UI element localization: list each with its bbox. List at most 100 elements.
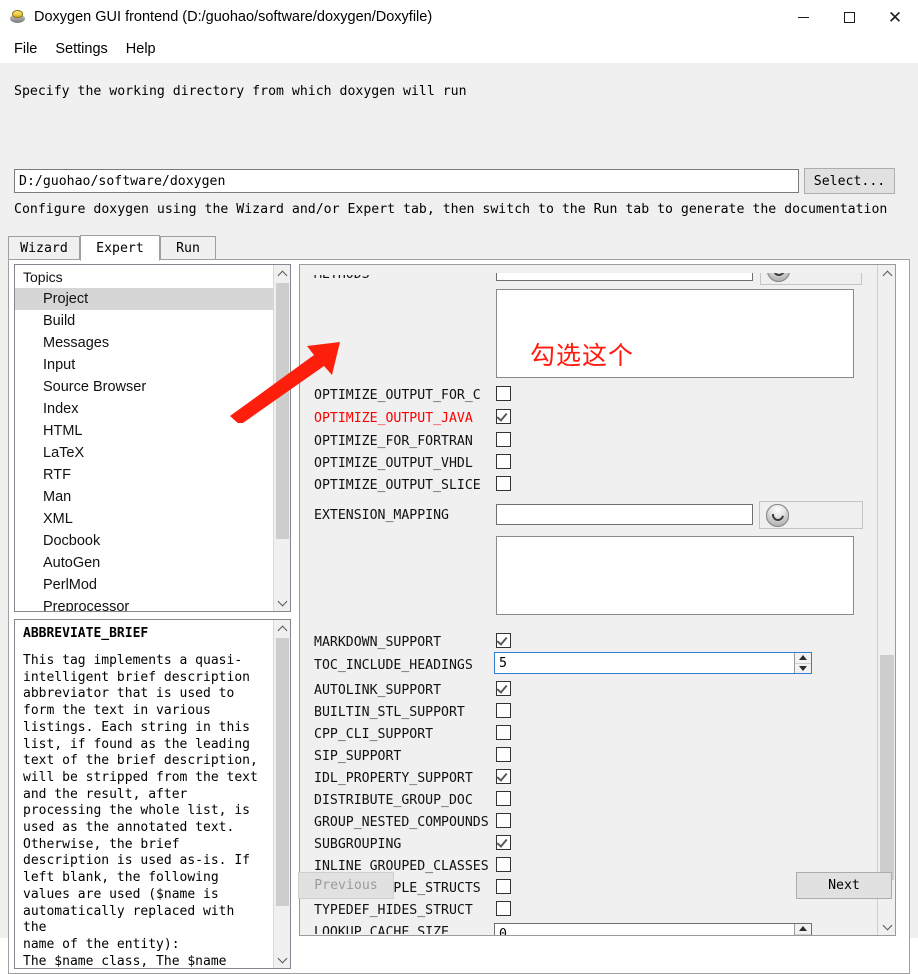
label-markdown-support: MARKDOWN_SUPPORT — [314, 635, 442, 650]
scroll-up-icon[interactable] — [274, 620, 290, 637]
label-optimize-output-for-c: OPTIMIZE_OUTPUT_FOR_C — [314, 388, 481, 403]
scrollbar-thumb[interactable] — [880, 655, 894, 880]
menu-item-settings[interactable]: Settings — [46, 38, 116, 60]
partial-top-buttonbar — [760, 273, 862, 285]
sidebar-item-source-browser[interactable]: Source Browser — [15, 376, 290, 398]
tab-expert[interactable]: Expert — [80, 235, 160, 261]
label-distribute-group-doc: DISTRIBUTE_GROUP_DOC — [314, 793, 473, 808]
stepper-arrows[interactable] — [794, 653, 811, 673]
label-group-nested-compounds: GROUP_NESTED_COMPOUNDS — [314, 815, 489, 830]
label-sip-support: SIP_SUPPORT — [314, 749, 402, 764]
label-optimize-output-vhdl: OPTIMIZE_OUTPUT_VHDL — [314, 456, 473, 471]
select-directory-button[interactable]: Select... — [804, 168, 895, 194]
refresh-icon[interactable] — [766, 503, 789, 527]
settings-scrollbar[interactable] — [877, 265, 895, 935]
lookup-cache-size-input[interactable] — [495, 924, 794, 935]
sidebar-item-preprocessor[interactable]: Preprocessor — [15, 596, 290, 611]
next-button[interactable]: Next — [796, 872, 892, 899]
scroll-down-icon[interactable] — [274, 594, 290, 611]
stepper-down-icon[interactable] — [795, 664, 811, 674]
toc-include-headings-stepper[interactable] — [494, 652, 812, 674]
checkbox-inline-simple-structs[interactable] — [496, 879, 511, 894]
checkbox-optimize-output-java[interactable] — [496, 409, 511, 424]
checkbox-builtin-stl-support[interactable] — [496, 703, 511, 718]
checkbox-inline-grouped-classes[interactable] — [496, 857, 511, 872]
label-optimize-output-java: OPTIMIZE_OUTPUT_JAVA — [314, 411, 473, 426]
configure-hint: Configure doxygen using the Wizard and/o… — [14, 202, 888, 217]
label-typedef-hides-struct: TYPEDEF_HIDES_STRUCT — [314, 903, 473, 918]
toc-include-headings-input[interactable] — [495, 653, 794, 673]
sidebar-item-html[interactable]: HTML — [15, 420, 290, 442]
scrollbar-thumb[interactable] — [276, 283, 289, 539]
stepper-up-icon[interactable] — [795, 653, 811, 664]
partial-top-input[interactable] — [496, 273, 753, 281]
annotation-text: 勾选这个 — [530, 341, 635, 370]
tab-wizard[interactable]: Wizard — [8, 236, 80, 260]
sidebar-item-build[interactable]: Build — [15, 310, 290, 332]
working-directory-input[interactable] — [14, 169, 799, 193]
description-scrollbar[interactable] — [273, 620, 290, 968]
label-extension-mapping: EXTENSION_MAPPING — [314, 508, 449, 523]
description-title: ABBREVIATE_BRIEF — [23, 626, 149, 641]
label-cpp-cli-support: CPP_CLI_SUPPORT — [314, 727, 434, 742]
label-builtin-stl-support: BUILTIN_STL_SUPPORT — [314, 705, 465, 720]
sidebar-item-man[interactable]: Man — [15, 486, 290, 508]
partial-lookup-cache-size-label: LOOKUP_CACHE_SIZE — [314, 925, 449, 936]
stepper-arrows[interactable] — [794, 924, 811, 936]
sidebar-item-input[interactable]: Input — [15, 354, 290, 376]
refresh-icon[interactable] — [767, 273, 790, 282]
help-description-panel: ABBREVIATE_BRIEF This tag implements a q… — [14, 619, 291, 969]
sidebar-item-docbook[interactable]: Docbook — [15, 530, 290, 552]
checkbox-cpp-cli-support[interactable] — [496, 725, 511, 740]
checkbox-sip-support[interactable] — [496, 747, 511, 762]
window-controls: ✕ — [780, 0, 918, 34]
extension-mapping-input[interactable] — [496, 504, 753, 525]
close-button[interactable]: ✕ — [872, 0, 918, 34]
window-title: Doxygen GUI frontend (D:/guohao/software… — [34, 9, 433, 25]
sidebar-item-xml[interactable]: XML — [15, 508, 290, 530]
menu-item-file[interactable]: File — [5, 38, 46, 60]
scroll-down-icon[interactable] — [878, 918, 895, 935]
menu-item-help[interactable]: Help — [117, 38, 165, 60]
scroll-down-icon[interactable] — [274, 951, 290, 968]
checkbox-autolink-support[interactable] — [496, 681, 511, 696]
checkbox-optimize-output-vhdl[interactable] — [496, 454, 511, 469]
checkbox-group-nested-compounds[interactable] — [496, 813, 511, 828]
checkbox-distribute-group-doc[interactable] — [496, 791, 511, 806]
checkbox-optimize-output-for-c[interactable] — [496, 386, 511, 401]
sidebar-item-autogen[interactable]: AutoGen — [15, 552, 290, 574]
checkbox-subgrouping[interactable] — [496, 835, 511, 850]
scrollbar-thumb[interactable] — [276, 638, 289, 906]
sidebar-item-latex[interactable]: LaTeX — [15, 442, 290, 464]
checkbox-typedef-hides-struct[interactable] — [496, 901, 511, 916]
menu-bar: File Settings Help — [0, 34, 918, 63]
checkbox-optimize-for-fortran[interactable] — [496, 432, 511, 447]
workdir-hint: Specify the working directory from which… — [14, 84, 467, 99]
topics-scrollbar[interactable] — [273, 265, 290, 611]
previous-button[interactable]: Previous — [298, 872, 394, 899]
lookup-cache-size-stepper[interactable] — [494, 923, 812, 936]
sidebar-item-project[interactable]: Project — [15, 288, 290, 310]
checkbox-optimize-output-slice[interactable] — [496, 476, 511, 491]
extension-mapping-buttonbar — [759, 501, 863, 529]
stepper-down-icon[interactable] — [795, 935, 811, 936]
title-bar: Doxygen GUI frontend (D:/guohao/software… — [0, 0, 918, 34]
tab-run[interactable]: Run — [160, 236, 216, 260]
scroll-up-icon[interactable] — [274, 265, 290, 282]
topics-header: Topics — [23, 269, 63, 285]
partial-methods-label: METHODS — [314, 267, 370, 282]
checkbox-idl-property-support[interactable] — [496, 769, 511, 784]
minimize-button[interactable] — [780, 0, 826, 34]
stepper-up-icon[interactable] — [795, 924, 811, 935]
main-content: Specify the working directory from which… — [0, 63, 918, 974]
maximize-button[interactable] — [826, 0, 872, 34]
sidebar-item-perlmod[interactable]: PerlMod — [15, 574, 290, 596]
label-subgrouping: SUBGROUPING — [314, 837, 402, 852]
scroll-up-icon[interactable] — [878, 265, 895, 282]
sidebar-item-messages[interactable]: Messages — [15, 332, 290, 354]
sidebar-item-rtf[interactable]: RTF — [15, 464, 290, 486]
extension-mapping-textarea[interactable] — [496, 536, 854, 615]
close-icon: ✕ — [887, 7, 903, 27]
sidebar-item-index[interactable]: Index — [15, 398, 290, 420]
checkbox-markdown-support[interactable] — [496, 633, 511, 648]
